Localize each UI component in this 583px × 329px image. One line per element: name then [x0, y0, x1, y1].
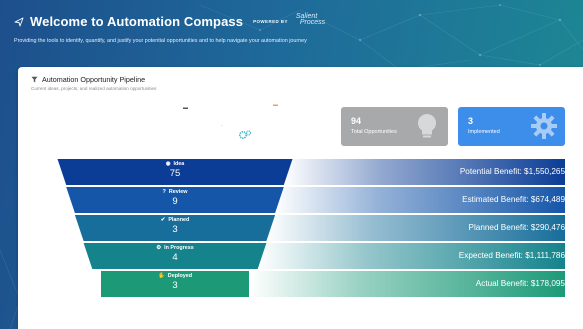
stage-count: 9 — [172, 196, 178, 207]
stage-name-text: Deployed — [167, 273, 193, 279]
page-header: Welcome to Automation Compass POWERED BY… — [14, 13, 569, 45]
stage-label-deployed: ✋ Deployed 3 — [115, 273, 235, 291]
benefit-text: Potential Benefit: $1,550,265 — [459, 167, 565, 176]
stage-label-planned: ✔ Planned 3 — [115, 217, 235, 235]
stage-label-review: ? Review 9 — [115, 189, 235, 207]
stage-name-text: In Progress — [164, 245, 194, 251]
title-row: Welcome to Automation Compass POWERED BY… — [14, 13, 569, 29]
stage-name: ✔ Planned — [115, 217, 235, 223]
stage-label-in-progress: ⚙ In Progress 4 — [115, 245, 235, 263]
stage-name-text: Planned — [168, 217, 190, 223]
stage-name: ◉ Idea — [115, 161, 235, 167]
benefit-text: Actual Benefit: $178,095 — [475, 279, 565, 288]
page-subtitle: Providing the tools to identify, quantif… — [14, 38, 307, 44]
stage-name-text: Idea — [173, 161, 185, 167]
stage-name: ? Review — [115, 189, 235, 195]
powered-by-label: POWERED BY — [253, 19, 288, 24]
benefit-text: Expected Benefit: $1,111,786 — [458, 251, 565, 260]
benefit-text: Planned Benefit: $290,476 — [468, 223, 565, 232]
stage-count: 3 — [172, 280, 178, 291]
pipeline-card: Automation Opportunity Pipeline Current … — [18, 67, 583, 329]
question-icon: ? — [162, 189, 166, 195]
stage-count: 75 — [169, 168, 181, 179]
benefit-text: Estimated Benefit: $674,489 — [462, 195, 565, 204]
page-title: Welcome to Automation Compass — [30, 14, 244, 29]
stage-name: ✋ Deployed — [115, 273, 235, 279]
send-icon — [14, 17, 24, 26]
lightbulb-icon: ◉ — [165, 161, 171, 167]
stage-name-text: Review — [168, 189, 188, 195]
gears-icon: ⚙ — [156, 245, 162, 251]
stage-name: ⚙ In Progress — [115, 245, 235, 251]
stage-count: 4 — [172, 252, 178, 263]
stage-label-idea: ◉ Idea 75 — [115, 161, 235, 179]
check-icon: ✔ — [160, 217, 166, 223]
salient-process-logo: Salient Process — [296, 13, 326, 26]
thumbs-up-icon: ✋ — [157, 273, 165, 279]
logo-line-2: Process — [299, 18, 326, 26]
stage-count: 3 — [172, 224, 178, 235]
